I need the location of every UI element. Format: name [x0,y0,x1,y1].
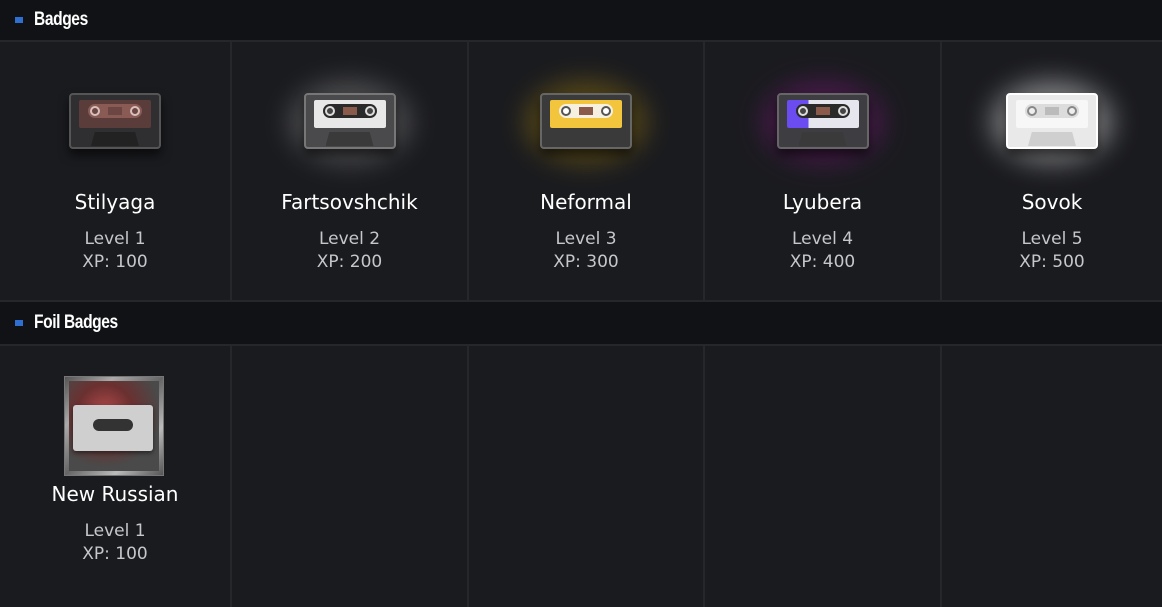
cassette-yellow-icon [540,93,632,149]
cassette-white-icon [1006,93,1098,149]
badge-xp: XP: 500 [1019,252,1085,272]
badge-art [0,42,230,192]
badge-level: Level 4 [791,229,854,249]
badges-grid: Stilyaga Level 1 XP: 100 Fartsovshchik L… [0,42,1162,300]
badge-art [232,42,467,192]
badges-section-header: Badges [0,0,1162,42]
badge-art [942,42,1162,192]
cassette-grey-icon [303,93,396,149]
section-title: Foil Badges [34,312,118,333]
badge-level: Level 3 [555,229,617,249]
badge-xp: XP: 300 [553,252,619,272]
cassette-dark-icon [69,93,161,149]
badge-card[interactable]: Neformal Level 3 XP: 300 [469,42,705,300]
section-marker-icon [15,320,23,326]
badge-art [705,42,940,192]
badge-card[interactable]: Stilyaga Level 1 XP: 100 [0,42,232,300]
badge-level: Level 2 [318,229,381,249]
empty-badge-slot [469,346,705,607]
badge-level: Level 5 [1021,229,1083,249]
badge-card[interactable]: New Russian Level 1 XP: 100 [0,346,232,607]
badge-xp: XP: 100 [82,252,148,272]
section-marker-icon [15,17,23,23]
badge-level: Level 1 [84,229,146,249]
badge-name: Lyubera [782,190,863,214]
empty-badge-slot [942,346,1162,607]
badge-name: Sovok [1021,190,1083,214]
empty-badge-slot [232,346,469,607]
badge-card[interactable]: Sovok Level 5 XP: 500 [942,42,1162,300]
badge-card[interactable]: Lyubera Level 4 XP: 400 [705,42,942,300]
badge-name: Neformal [540,190,632,214]
badge-art [0,346,230,496]
badge-xp: XP: 100 [82,544,148,564]
cassette-purple-icon [776,93,869,149]
section-title: Badges [34,9,88,30]
badge-art [469,42,703,192]
badge-name: Stilyaga [74,190,156,214]
badge-level: Level 1 [84,521,146,541]
badge-card[interactable]: Fartsovshchik Level 2 XP: 200 [232,42,469,300]
cassette-foil-icon [64,376,164,476]
empty-badge-slot [705,346,942,607]
badge-xp: XP: 200 [316,252,383,272]
badge-xp: XP: 400 [789,252,856,272]
foil-badges-section-header: Foil Badges [0,300,1162,346]
foil-badges-grid: New Russian Level 1 XP: 100 [0,346,1162,607]
badge-name: Fartsovshchik [281,190,418,214]
